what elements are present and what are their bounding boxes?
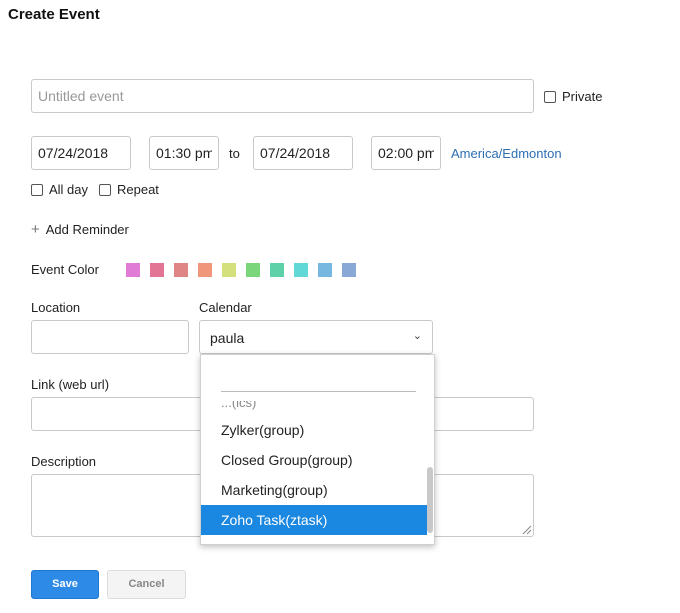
timezone-link[interactable]: America/Edmonton: [451, 146, 562, 161]
color-swatch[interactable]: [150, 263, 164, 277]
allday-checkbox[interactable]: All day: [31, 182, 88, 197]
add-reminder-label: Add Reminder: [45, 222, 129, 237]
color-swatch[interactable]: [198, 263, 212, 277]
checkbox-icon[interactable]: [544, 90, 556, 103]
private-checkbox[interactable]: Private: [544, 89, 602, 104]
to-label: to: [229, 146, 240, 161]
link-label: Link (web url): [31, 377, 110, 392]
dropdown-scrollbar[interactable]: [427, 467, 433, 533]
calendar-option[interactable]: Zylker(group): [201, 415, 427, 445]
color-swatch[interactable]: [294, 263, 308, 277]
color-swatch[interactable]: [222, 263, 236, 277]
page-title: Create Event: [8, 6, 100, 23]
allday-label: All day: [49, 182, 89, 197]
color-swatch[interactable]: [174, 263, 188, 277]
private-label: Private: [562, 89, 603, 104]
color-swatch[interactable]: [126, 263, 140, 277]
calendar-option[interactable]: Marketing(group): [201, 475, 427, 505]
add-reminder-button[interactable]: + Add Reminder: [31, 222, 129, 237]
chevron-down-icon: ⌄: [412, 330, 422, 342]
location-input[interactable]: [31, 320, 189, 354]
calendar-select[interactable]: paula ⌄: [199, 320, 433, 354]
event-color-label: Event Color: [31, 262, 99, 277]
calendar-selected-value: paula: [210, 330, 245, 346]
start-date-input[interactable]: [31, 136, 131, 170]
color-swatch[interactable]: [342, 263, 356, 277]
repeat-checkbox[interactable]: Repeat: [99, 182, 159, 197]
repeat-label: Repeat: [117, 182, 159, 197]
color-swatch[interactable]: [318, 263, 332, 277]
start-time-input[interactable]: [149, 136, 219, 170]
cancel-button[interactable]: Cancel: [107, 570, 186, 599]
save-button[interactable]: Save: [31, 570, 99, 599]
end-date-input[interactable]: [253, 136, 353, 170]
calendar-option[interactable]: Closed Group(group): [201, 445, 427, 475]
resize-grip-icon[interactable]: [521, 524, 532, 535]
end-time-input[interactable]: [371, 136, 441, 170]
calendar-option-selected[interactable]: Zoho Task(ztask): [201, 505, 427, 535]
color-swatches: [126, 263, 356, 277]
event-title-input[interactable]: [31, 79, 534, 113]
color-swatch[interactable]: [246, 263, 260, 277]
calendar-search-input[interactable]: [221, 377, 416, 392]
calendar-label: Calendar: [199, 300, 252, 315]
location-label: Location: [31, 300, 81, 315]
calendar-dropdown: ...(ics) Zylker(group) Closed Group(grou…: [200, 354, 435, 545]
plus-icon: +: [31, 221, 40, 238]
checkbox-icon[interactable]: [99, 183, 111, 196]
checkbox-icon[interactable]: [31, 183, 43, 196]
color-swatch[interactable]: [270, 263, 284, 277]
dropdown-partial-item: ...(ics): [221, 401, 257, 410]
description-label: Description: [31, 454, 97, 469]
